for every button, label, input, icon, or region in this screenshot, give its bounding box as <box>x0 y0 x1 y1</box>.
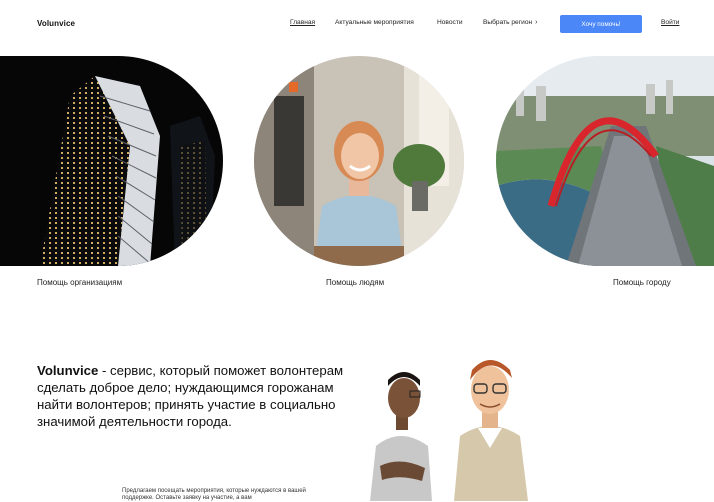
nav-region-select[interactable]: Выбрать регион › <box>483 19 537 26</box>
region-select-label: Выбрать регион <box>483 19 533 26</box>
brand-name: Volunvice <box>37 363 99 378</box>
login-link[interactable]: Войти <box>661 19 679 26</box>
nav-link-news[interactable]: Новости <box>437 19 463 26</box>
volunteers-illustration <box>370 356 550 501</box>
chevron-right-icon: › <box>535 19 538 26</box>
nav-link-home[interactable]: Главная <box>290 19 315 26</box>
intro-paragraph: Предлагаем посещать мероприятия, которые… <box>122 488 306 501</box>
organizations-image[interactable] <box>0 56 223 266</box>
category-label-organizations[interactable]: Помощь организациям <box>37 278 122 287</box>
category-label-people[interactable]: Помощь людям <box>326 278 384 287</box>
help-button[interactable]: Хочу помочь! <box>560 15 642 33</box>
nav-link-events[interactable]: Актуальные мероприятия <box>335 19 414 26</box>
people-image[interactable] <box>254 56 464 266</box>
service-description: Volunvice - сервис, который поможет воло… <box>37 362 357 430</box>
city-image[interactable] <box>496 56 714 266</box>
category-label-city[interactable]: Помощь городу <box>613 278 671 287</box>
